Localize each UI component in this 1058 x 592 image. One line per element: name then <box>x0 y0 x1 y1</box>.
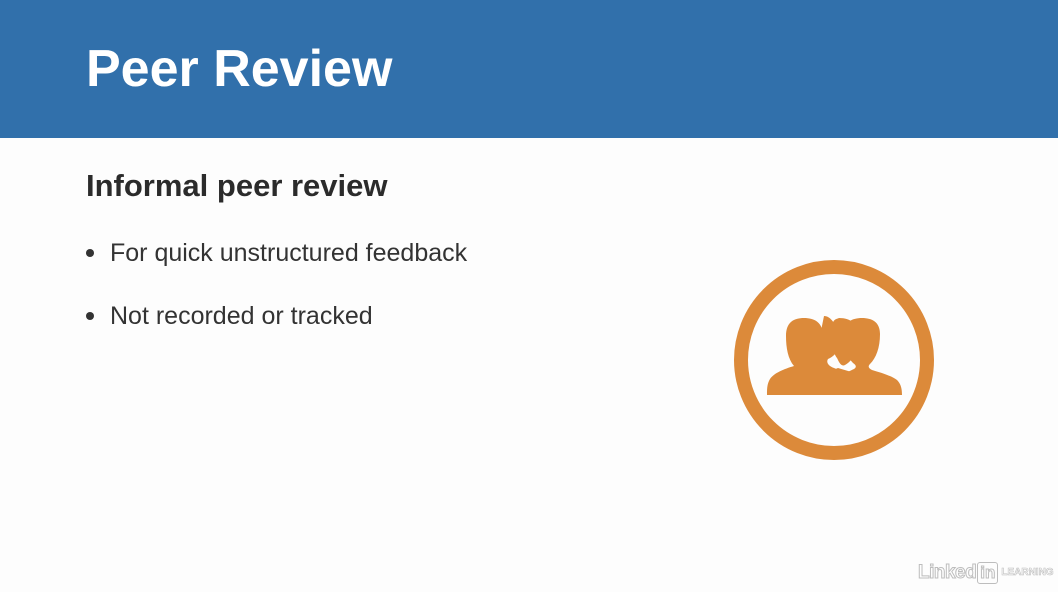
section-heading: Informal peer review <box>86 168 388 203</box>
logo-in-box: in <box>977 562 999 584</box>
bullet-list: For quick unstructured feedback Not reco… <box>86 236 467 362</box>
logo-learning: LEARNING <box>1001 567 1054 579</box>
logo-word: Linked <box>917 562 977 584</box>
bullet-item: For quick unstructured feedback <box>86 236 467 270</box>
bullet-text: Not recorded or tracked <box>110 302 373 330</box>
bullet-dot-icon <box>86 249 94 257</box>
bullet-text: For quick unstructured feedback <box>110 239 468 267</box>
badge-ring <box>734 260 934 460</box>
linkedin-learning-logo: Linked in LEARNING <box>917 561 1054 585</box>
slide-title: Peer Review <box>86 40 393 98</box>
people-group-icon <box>734 260 934 460</box>
bullet-dot-icon <box>86 312 94 320</box>
bullet-item: Not recorded or tracked <box>86 299 467 333</box>
